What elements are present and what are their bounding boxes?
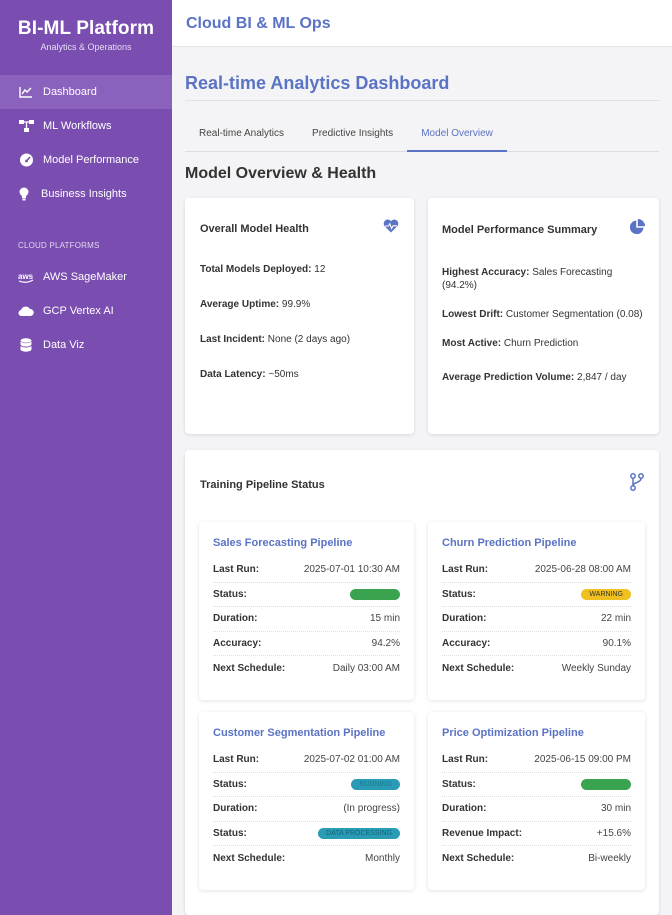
card-title: Training Pipeline Status xyxy=(200,478,325,491)
card-header: Model Performance Summary xyxy=(442,219,645,240)
sidebar-item-gcp-vertex-ai[interactable]: GCP Vertex AI xyxy=(0,294,172,328)
kv-average-prediction-volume: Average Prediction Volume: 2,847 / day xyxy=(442,372,627,383)
brand-subtitle: Analytics & Operations xyxy=(40,42,132,52)
page-title: Real-time Analytics Dashboard xyxy=(185,73,450,93)
kv-last-incident: Last Incident: None (2 days ago) xyxy=(200,334,351,345)
pipeline-title: Price Optimization Pipeline xyxy=(442,727,584,739)
divider xyxy=(185,100,659,101)
status-badge: WARNING xyxy=(581,588,631,600)
pipeline-row: Duration: (In progress) xyxy=(213,797,400,822)
status-badge: RUNNING xyxy=(351,778,400,790)
pipeline-card-sales-forecasting: Sales Forecasting Pipeline Last Run: 2025… xyxy=(199,522,414,700)
heartbeat-icon xyxy=(383,219,399,238)
training-pipeline-card: Training Pipeline Status Sales Forecasti… xyxy=(185,450,659,915)
tab-bar: Real-time Analytics Predictive Insights … xyxy=(185,119,659,152)
line-chart-icon xyxy=(18,84,34,100)
pipeline-title: Sales Forecasting Pipeline xyxy=(213,537,353,549)
sidebar-item-dashboard[interactable]: Dashboard xyxy=(0,75,172,109)
brand-title: BI-ML Platform xyxy=(17,18,155,39)
pipeline-row: Next Schedule: Bi-weekly xyxy=(442,852,631,864)
sidebar-item-label: AWS SageMaker xyxy=(43,271,127,283)
card-header: Overall Model Health xyxy=(200,219,399,238)
pipeline-row: Status: SUCCESS xyxy=(213,583,400,607)
pipeline-row: Next Schedule: Daily 03:00 AM xyxy=(213,662,400,674)
pipeline-row: Next Schedule: Monthly xyxy=(213,852,400,864)
git-branch-icon xyxy=(630,473,644,496)
card-title: Overall Model Health xyxy=(200,222,309,235)
model-health-card: Overall Model Health Total Models Deploy… xyxy=(185,198,414,434)
sidebar-item-label: Dashboard xyxy=(43,86,97,98)
topbar: Cloud BI & ML Ops xyxy=(172,0,672,47)
sidebar-item-model-performance[interactable]: Model Performance xyxy=(0,143,172,177)
pipeline-card-churn-prediction: Churn Prediction Pipeline Last Run: 2025-… xyxy=(428,522,645,700)
lightbulb-icon xyxy=(16,186,32,202)
database-icon xyxy=(18,337,34,353)
tab-realtime-analytics[interactable]: Real-time Analytics xyxy=(185,119,298,152)
sidebar-item-aws-sagemaker[interactable]: aws AWS SageMaker xyxy=(0,260,172,294)
sidebar-item-business-insights[interactable]: Business Insights xyxy=(0,177,172,211)
pipeline-row: Duration: 15 min xyxy=(213,607,400,632)
card-header: Training Pipeline Status xyxy=(200,473,644,496)
kv-lowest-drift: Lowest Drift: Customer Segmentation (0.0… xyxy=(442,309,643,320)
pipeline-title: Churn Prediction Pipeline xyxy=(442,537,577,549)
pipeline-row: Accuracy: 94.2% xyxy=(213,632,400,656)
pipeline-row: Status: DATA PROCESSING xyxy=(213,822,400,846)
sidebar-item-label: Model Performance xyxy=(43,154,139,166)
kv-total-models: Total Models Deployed: 12 xyxy=(200,264,326,275)
sidebar-item-ml-workflows[interactable]: ML Workflows xyxy=(0,109,172,143)
pipeline-row: Duration: 30 min xyxy=(442,797,631,822)
status-badge: SUCCESS xyxy=(350,588,400,600)
pipeline-row: Next Schedule: Weekly Sunday xyxy=(442,662,631,674)
kv-average-uptime: Average Uptime: 99.9% xyxy=(200,299,311,310)
section-title: Model Overview & Health xyxy=(185,165,377,182)
svg-text:aws: aws xyxy=(18,272,34,281)
status-badge: DATA PROCESSING xyxy=(318,827,400,839)
gauge-icon xyxy=(18,152,34,168)
pie-chart-icon xyxy=(629,219,645,240)
sidebar-section-label: CLOUD PLATFORMS xyxy=(18,241,100,250)
sidebar: BI-ML Platform Analytics & Operations Da… xyxy=(0,0,172,915)
pipeline-row: Duration: 22 min xyxy=(442,607,631,632)
pipeline-row: Status: SUCCESS xyxy=(442,773,631,797)
pipeline-row: Last Run: 2025-06-28 08:00 AM xyxy=(442,558,631,583)
kv-data-latency: Data Latency: ~50ms xyxy=(200,369,299,380)
pipeline-row: Last Run: 2025-07-01 10:30 AM xyxy=(213,558,400,583)
pipeline-title: Customer Segmentation Pipeline xyxy=(213,727,386,739)
topbar-title: Cloud BI & ML Ops xyxy=(186,15,331,32)
kv-most-active: Most Active: Churn Prediction xyxy=(442,338,579,349)
sidebar-item-label: Business Insights xyxy=(41,188,127,200)
pipeline-card-price-optimization: Price Optimization Pipeline Last Run: 202… xyxy=(428,712,645,890)
sidebar-item-label: GCP Vertex AI xyxy=(43,305,114,317)
sidebar-item-label: Data Viz xyxy=(43,339,85,351)
pipeline-row: Revenue Impact: +15.6% xyxy=(442,822,631,846)
pipeline-card-customer-segmentation: Customer Segmentation Pipeline Last Run:… xyxy=(199,712,414,890)
brand: BI-ML Platform Analytics & Operations xyxy=(0,0,172,73)
sidebar-item-data-viz[interactable]: Data Viz xyxy=(0,328,172,362)
pipeline-row: Status: RUNNING xyxy=(213,773,400,797)
pipeline-row: Status: WARNING xyxy=(442,583,631,607)
workflow-icon xyxy=(18,118,34,134)
sidebar-item-label: ML Workflows xyxy=(43,120,112,132)
pipeline-row: Last Run: 2025-06-15 09:00 PM xyxy=(442,748,631,773)
tab-predictive-insights[interactable]: Predictive Insights xyxy=(298,119,407,152)
card-title: Model Performance Summary xyxy=(442,223,598,236)
tab-model-overview[interactable]: Model Overview xyxy=(407,119,507,152)
cloud-icon xyxy=(18,303,34,319)
pipeline-row: Last Run: 2025-07-02 01:00 AM xyxy=(213,748,400,773)
aws-icon: aws xyxy=(18,269,34,285)
status-badge: SUCCESS xyxy=(581,778,631,790)
pipeline-row: Accuracy: 90.1% xyxy=(442,632,631,656)
kv-highest-accuracy: Highest Accuracy: Sales Forecasting (94.… xyxy=(442,267,613,291)
performance-summary-card: Model Performance Summary Highest Accura… xyxy=(428,198,659,434)
